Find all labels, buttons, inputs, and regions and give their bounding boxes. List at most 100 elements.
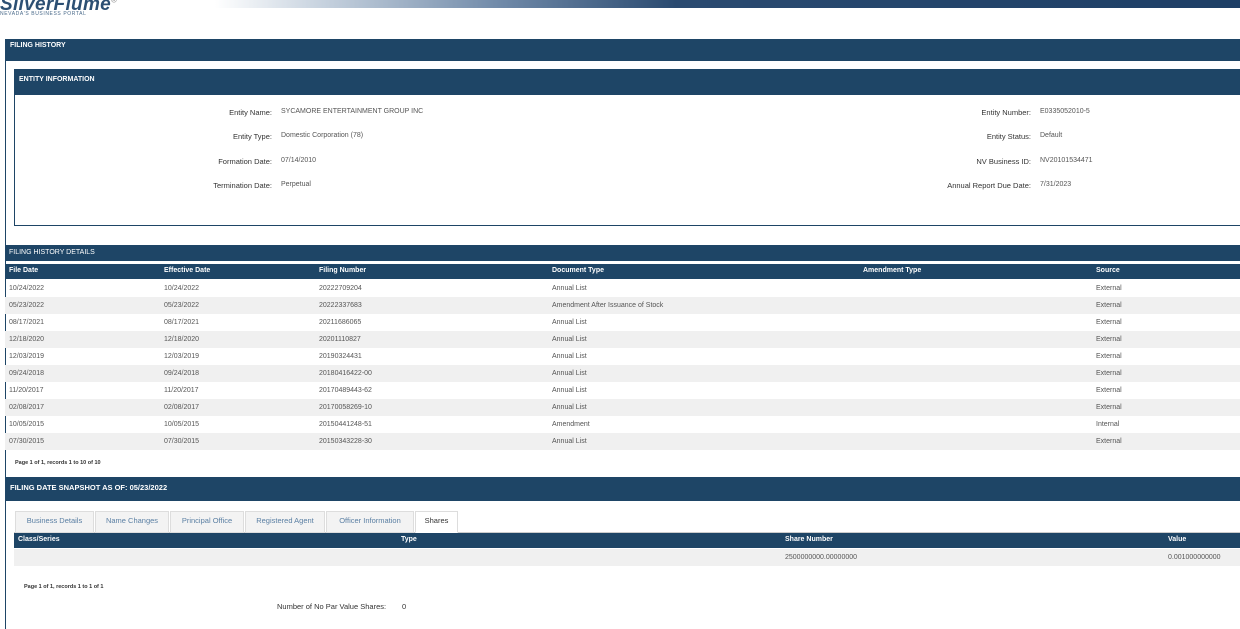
col-type[interactable]: Type <box>401 536 417 543</box>
col-source[interactable]: Source <box>1096 267 1120 274</box>
logo-mark: ® <box>111 0 118 5</box>
cell-document-type: Amendment After Issuance of Stock <box>552 302 664 309</box>
cell-file-date: 10/05/2015 <box>9 421 45 428</box>
cell-filing-number: 20190324431 <box>319 353 362 360</box>
filing-snapshot-title: FILING DATE SNAPSHOT AS OF: 05/23/2022 <box>10 483 168 492</box>
termination-date-label: Termination Date: <box>213 181 272 190</box>
shares-table-header: Class/Series Type Share Number Value <box>14 533 1240 548</box>
cell-document-type: Annual List <box>552 353 587 360</box>
filing-table-row: 08/17/2021 08/17/2021 20211686065 Annual Li… <box>5 314 1240 331</box>
cell-source: External <box>1096 302 1122 309</box>
cell-document-type: Annual List <box>552 404 587 411</box>
tab-name-changes[interactable]: Name Changes <box>95 511 169 533</box>
entity-number-label: Entity Number: <box>981 108 1031 117</box>
cell-source: External <box>1096 387 1122 394</box>
col-share-number[interactable]: Share Number <box>785 536 833 543</box>
logo-subtitle: NEVADA'S BUSINESS PORTAL <box>0 11 87 17</box>
cell-source: Internal <box>1096 421 1120 428</box>
cell-effective-date: 08/17/2021 <box>164 319 200 326</box>
entity-type-value: Domestic Corporation (78) <box>281 132 364 139</box>
col-class-series[interactable]: Class/Series <box>18 536 60 543</box>
filing-table-row: 05/23/2022 05/23/2022 20222337683 Amendment… <box>5 297 1240 314</box>
nv-business-id-value: NV20101534471 <box>1040 157 1093 164</box>
cell-source: External <box>1096 353 1122 360</box>
cell-filing-number: 20211686065 <box>319 319 362 326</box>
tab-officer-information[interactable]: Officer Information <box>326 511 414 533</box>
filing-history-details-header: FILING HISTORY DETAILS <box>5 245 1240 261</box>
entity-name-value: SYCAMORE ENTERTAINMENT GROUP INC <box>281 108 424 115</box>
filing-table-row: 02/08/2017 02/08/2017 20170058269-10 Annual… <box>5 399 1240 416</box>
cell-file-date: 11/20/2017 <box>9 387 44 394</box>
cell-file-date: 02/08/2017 <box>9 404 45 411</box>
cell-file-date: 12/18/2020 <box>9 336 45 343</box>
annual-report-due-label: Annual Report Due Date: <box>947 181 1031 190</box>
cell-effective-date: 02/08/2017 <box>164 404 200 411</box>
entity-name-label: Entity Name: <box>229 108 272 117</box>
filing-history-header: FILING HISTORY <box>5 39 1240 61</box>
no-par-shares-value: 0 <box>402 602 407 611</box>
cell-filing-number: 20170058269-10 <box>319 404 372 411</box>
filing-page-info: Page 1 of 1, records 1 to 10 of 10 <box>15 460 101 466</box>
filing-table-header: File Date Effective Date Filing Number D… <box>5 264 1240 279</box>
tab-business-details[interactable]: Business Details <box>15 511 94 533</box>
filing-table-row: 12/03/2019 12/03/2019 20190324431 Annual Li… <box>5 348 1240 365</box>
cell-filing-number: 20150343228-30 <box>319 438 372 445</box>
entity-status-value: Default <box>1040 132 1063 139</box>
cell-file-date: 09/24/2018 <box>9 370 45 377</box>
tab-principal-office[interactable]: Principal Office <box>170 511 244 533</box>
cell-source: External <box>1096 319 1122 326</box>
filing-history-title: FILING HISTORY <box>10 42 66 49</box>
filing-table-row: 12/18/2020 12/18/2020 20201110827 Annual Li… <box>5 331 1240 348</box>
cell-file-date: 08/17/2021 <box>9 319 45 326</box>
share-value: 0.001000000000 <box>1168 554 1221 561</box>
cell-source: External <box>1096 285 1122 292</box>
cell-effective-date: 11/20/2017 <box>164 387 199 394</box>
filing-snapshot-header: FILING DATE SNAPSHOT AS OF: 05/23/2022 <box>5 477 1240 501</box>
cell-source: External <box>1096 438 1122 445</box>
cell-effective-date: 09/24/2018 <box>164 370 200 377</box>
cell-document-type: Amendment <box>552 421 590 428</box>
cell-source: External <box>1096 404 1122 411</box>
cell-effective-date: 10/05/2015 <box>164 421 200 428</box>
shares-page-info: Page 1 of 1, records 1 to 1 of 1 <box>24 584 104 590</box>
share-number: 2500000000.00000000 <box>785 554 858 561</box>
nv-business-id-label: NV Business ID: <box>976 157 1031 166</box>
cell-effective-date: 12/18/2020 <box>164 336 200 343</box>
entity-number-value: E0335052010-5 <box>1040 108 1090 115</box>
col-document-type[interactable]: Document Type <box>552 267 604 274</box>
cell-document-type: Annual List <box>552 438 587 445</box>
termination-date-value: Perpetual <box>281 181 311 188</box>
entity-status-label: Entity Status: <box>986 132 1031 141</box>
cell-filing-number: 20180416422-00 <box>319 370 372 377</box>
tab-shares[interactable]: Shares <box>415 511 458 533</box>
col-value[interactable]: Value <box>1168 536 1186 543</box>
cell-effective-date: 10/24/2022 <box>164 285 200 292</box>
filing-table-row: 10/05/2015 10/05/2015 20150441248-51 Amendm… <box>5 416 1240 433</box>
cell-source: External <box>1096 370 1122 377</box>
cell-filing-number: 20170489443-62 <box>319 387 372 394</box>
col-effective-date[interactable]: Effective Date <box>164 267 210 274</box>
no-par-shares-label: Number of No Par Value Shares: <box>277 602 387 611</box>
cell-document-type: Annual List <box>552 285 587 292</box>
filing-table-row: 10/24/2022 10/24/2022 20222709204 Annual Li… <box>5 280 1240 297</box>
col-amendment-type[interactable]: Amendment Type <box>863 267 921 274</box>
formation-date-label: Formation Date: <box>218 157 272 166</box>
cell-filing-number: 20150441248-51 <box>319 421 372 428</box>
cell-document-type: Annual List <box>552 370 587 377</box>
filing-table-row: 11/20/2017 11/20/2017 20170489443-62 Annual… <box>5 382 1240 399</box>
cell-document-type: Annual List <box>552 319 587 326</box>
tab-registered-agent[interactable]: Registered Agent <box>245 511 325 533</box>
shares-table-row: 2500000000.00000000 0.001000000000 <box>14 549 1240 566</box>
cell-file-date: 12/03/2019 <box>9 353 45 360</box>
formation-date-value: 07/14/2010 <box>281 157 317 164</box>
col-filing-number[interactable]: Filing Number <box>319 267 366 274</box>
entity-type-label: Entity Type: <box>232 132 272 141</box>
cell-file-date: 07/30/2015 <box>9 438 45 445</box>
cell-filing-number: 20222337683 <box>319 302 362 309</box>
filing-table-row: 09/24/2018 09/24/2018 20180416422-00 Annual… <box>5 365 1240 382</box>
cell-file-date: 10/24/2022 <box>9 285 45 292</box>
cell-document-type: Annual List <box>552 387 587 394</box>
filing-history-details-title: FILING HISTORY DETAILS <box>9 249 95 256</box>
entity-information-header: ENTITY INFORMATION <box>14 69 1240 95</box>
col-file-date[interactable]: File Date <box>9 267 38 274</box>
